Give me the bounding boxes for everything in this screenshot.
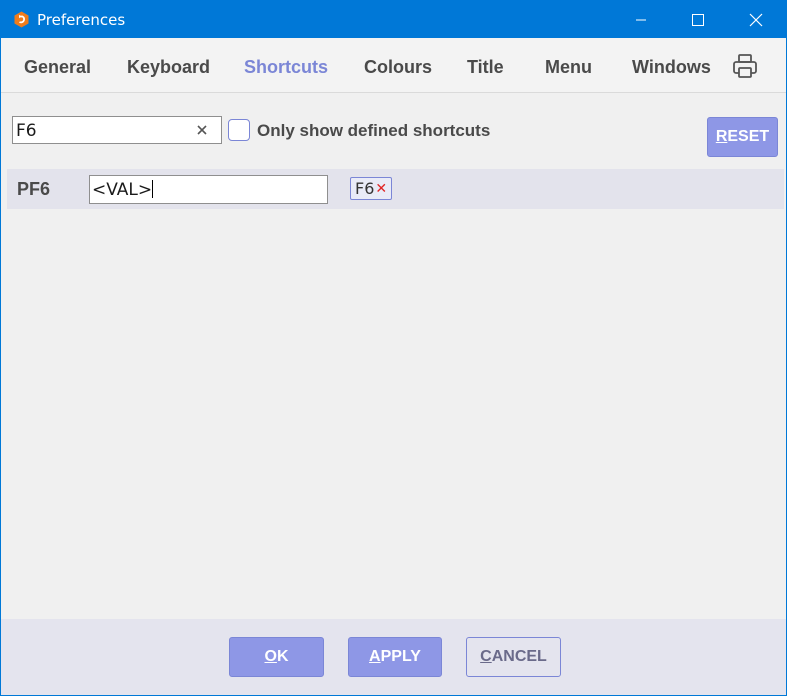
key-binding-label: F6	[355, 179, 375, 198]
title-bar: Preferences	[1, 1, 786, 38]
tab-menu[interactable]: Menu	[545, 56, 592, 78]
tab-shortcuts[interactable]: Shortcuts	[244, 56, 328, 78]
minimize-icon	[636, 19, 646, 20]
tab-general[interactable]: General	[24, 56, 91, 78]
minimize-button[interactable]	[618, 1, 664, 38]
text-caret	[152, 180, 154, 198]
dialog-footer: OK APPLY CANCEL	[1, 619, 786, 695]
shortcut-value-text: <VAL>	[92, 180, 153, 200]
close-icon	[749, 13, 763, 26]
reset-button[interactable]: RESET	[707, 117, 778, 157]
tab-keyboard[interactable]: Keyboard	[127, 56, 210, 78]
tab-bar: General Keyboard Shortcuts Colours Title…	[1, 38, 786, 93]
shortcut-key: PF6	[17, 179, 51, 199]
printer-icon	[733, 54, 757, 78]
shortcut-value-input[interactable]: <VAL>	[89, 175, 328, 204]
print-button[interactable]	[731, 52, 759, 80]
ok-button[interactable]: OK	[229, 637, 324, 677]
clear-icon	[197, 125, 207, 135]
close-button[interactable]	[733, 1, 779, 38]
key-binding-chip: F6 ✕	[350, 177, 393, 200]
apply-button[interactable]: APPLY	[348, 637, 442, 677]
preferences-window: Preferences General Keyboard Shortcuts C…	[0, 0, 787, 696]
clear-search-button[interactable]	[195, 123, 209, 137]
remove-x-icon[interactable]: ✕	[375, 180, 387, 197]
window-title: Preferences	[37, 11, 126, 29]
only-defined-label[interactable]: Only show defined shortcuts	[257, 121, 490, 141]
app-logo-icon	[13, 11, 30, 28]
search-input[interactable]	[16, 121, 186, 141]
shortcuts-panel: Only show defined shortcuts RESET PF6 <V…	[1, 93, 786, 619]
only-defined-checkbox[interactable]	[228, 119, 250, 141]
tab-title[interactable]: Title	[467, 56, 504, 78]
search-box	[12, 116, 222, 144]
maximize-button[interactable]	[675, 1, 721, 38]
tab-windows[interactable]: Windows	[632, 56, 711, 78]
tab-colours[interactable]: Colours	[364, 56, 432, 78]
maximize-icon	[692, 13, 704, 26]
shortcut-row: PF6 <VAL> F6 ✕	[7, 169, 784, 209]
cancel-button[interactable]: CANCEL	[466, 637, 561, 677]
